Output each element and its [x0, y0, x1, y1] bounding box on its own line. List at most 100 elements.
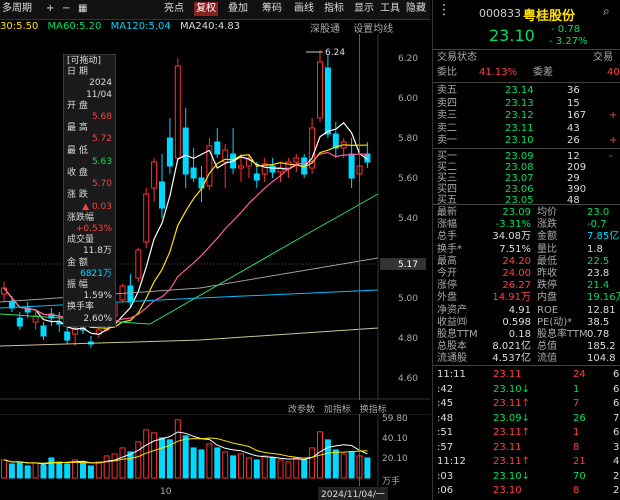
stat-label: 换手*	[437, 243, 462, 255]
ask-row: 卖四 23.13 15	[433, 97, 620, 110]
hide-button[interactable]: 隐藏	[404, 2, 428, 16]
candle[interactable]	[324, 54, 331, 138]
tick-price: 23.11↑	[493, 398, 531, 409]
tick-time: :03	[437, 470, 454, 482]
stat-value: 24.20	[502, 255, 531, 267]
stock-code: 000833	[479, 7, 521, 20]
volume-bar	[95, 461, 102, 479]
stat-value: 7.51%	[499, 243, 531, 255]
tick-price: 23.11↑	[493, 427, 531, 438]
candle[interactable]	[159, 154, 165, 218]
candle[interactable]	[151, 158, 158, 202]
tick-row: :51 23.11↑ 1 6	[433, 426, 620, 439]
candle[interactable]	[87, 336, 94, 348]
ask-price: 23.13	[505, 97, 534, 109]
stat-value: 26.27	[502, 280, 531, 292]
tooltip-chg: ▲ 0.03	[82, 201, 112, 212]
stat-label: 涨停	[437, 280, 457, 292]
candle[interactable]	[198, 166, 205, 202]
stat-label: 涨幅	[437, 219, 457, 231]
menu-icon[interactable]: ⋮	[437, 2, 451, 18]
ask-row: 卖三 23.12 167 +	[433, 109, 620, 122]
tick-volume: 7	[573, 398, 580, 409]
stat-value: 0.78	[587, 329, 610, 340]
price-axis-label: 6.20	[398, 54, 418, 64]
price-change: - 0.78	[551, 24, 581, 35]
restore-button[interactable]: 复权	[194, 2, 218, 16]
tooltip-low: 5.63	[91, 156, 112, 167]
order-diff-label: 委差	[533, 67, 553, 78]
grid-icon[interactable]: ▦	[76, 2, 89, 16]
volume-bar	[277, 459, 284, 479]
tick-time: :06	[437, 485, 454, 496]
tick-row: :06 23.10 8 2	[433, 484, 620, 497]
candle[interactable]	[1, 282, 7, 302]
candle[interactable]	[214, 128, 221, 158]
candle[interactable]	[261, 158, 268, 182]
candle[interactable]	[166, 118, 173, 174]
tick-extra: 7	[613, 412, 620, 424]
stat-label: 最低	[537, 255, 557, 267]
stat-value: 34.08万	[492, 231, 531, 243]
volume-chart[interactable]: 59.80 40.10 20.10 万手	[0, 414, 430, 486]
volume-bar	[238, 453, 244, 479]
candle[interactable]	[174, 58, 181, 159]
volume-bar	[214, 447, 221, 479]
candle[interactable]	[40, 322, 47, 340]
candle[interactable]	[182, 108, 189, 188]
tick-time: :48	[437, 412, 454, 424]
volume-axis-label: 万手	[382, 475, 400, 486]
stats-row: 最高 24.20 最低 22.5	[433, 255, 620, 268]
volume-bar	[1, 459, 7, 479]
indicator-button[interactable]: 指标	[322, 2, 346, 16]
candle[interactable]	[230, 128, 237, 174]
stat-value: 7.85亿	[587, 231, 620, 243]
stat-label: 涨跌	[537, 219, 557, 231]
volume-bar	[261, 455, 268, 479]
stat-label: 流通股	[437, 353, 467, 365]
volume-bar	[230, 455, 237, 479]
candle[interactable]	[64, 326, 71, 344]
tick-extra: 20	[613, 470, 620, 482]
stat-value: 4.537亿	[492, 353, 531, 365]
tooltip-vol-label: 成交量	[67, 235, 95, 246]
volume-bar	[87, 465, 94, 479]
display-button[interactable]: 显示	[352, 2, 376, 16]
tick-extra: 2	[613, 485, 620, 496]
stat-value: 104.8	[587, 353, 616, 365]
candle[interactable]	[222, 144, 229, 188]
draw-line-button[interactable]: 画线	[292, 2, 316, 16]
candle[interactable]	[293, 154, 300, 172]
stock-name: 粤桂股份	[523, 9, 576, 24]
overlay-button[interactable]: 叠加	[226, 2, 250, 16]
volume-bar	[48, 457, 55, 479]
candle[interactable]	[16, 312, 23, 330]
volume-bar	[111, 453, 118, 479]
ask-volume: 15	[567, 97, 580, 109]
candle-tooltip[interactable]: [可拖动] 日 期 2024 11/04 开 盘 5.68 最 高 5.72 最…	[63, 54, 116, 327]
add-button[interactable]: +	[44, 2, 56, 16]
candle[interactable]	[309, 118, 316, 174]
volume-bar	[16, 461, 23, 479]
stat-label: 最新	[437, 207, 457, 218]
candle[interactable]	[277, 162, 284, 182]
search-icon[interactable]: ⌕	[603, 4, 610, 19]
order-diff: 40	[607, 67, 620, 78]
volume-bar	[182, 435, 189, 479]
candle[interactable]	[317, 50, 323, 122]
candle[interactable]	[135, 248, 142, 282]
multi-period-button[interactable]: 多周期	[0, 2, 34, 16]
candle[interactable]	[190, 148, 197, 182]
candle[interactable]	[143, 188, 150, 248]
stat-label: 股息率TTM	[537, 329, 588, 340]
tick-row: :45 23.11↑ 7 6	[433, 397, 620, 410]
tools-button[interactable]: 工具	[378, 2, 402, 16]
highlight-button[interactable]: 亮点	[162, 2, 186, 16]
chips-button[interactable]: 筹码	[260, 2, 284, 16]
candle[interactable]	[206, 138, 213, 190]
candle[interactable]	[32, 312, 39, 330]
stats-row: 涨幅 -3.31% 涨跌 -0.7	[433, 218, 620, 231]
tooltip-amt-label: 金 额	[67, 257, 88, 268]
minus-button[interactable]: −	[60, 2, 72, 16]
stat-value: 19.16万	[587, 292, 620, 304]
